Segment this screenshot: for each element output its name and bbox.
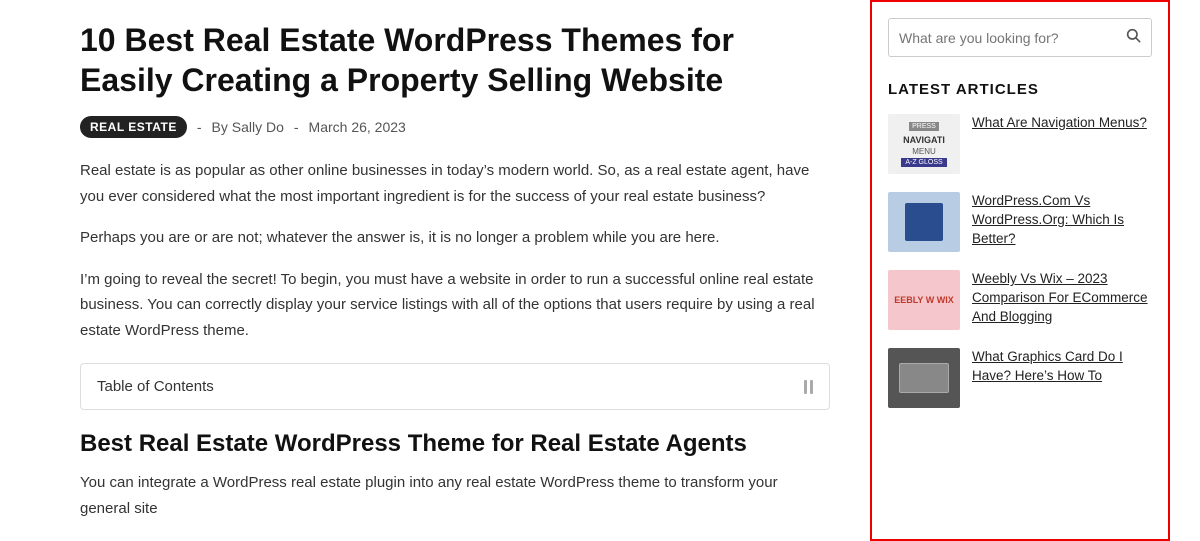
meta-separator1: -	[197, 119, 202, 135]
toc-label: Table of Contents	[97, 378, 214, 395]
section-heading: Best Real Estate WordPress Theme for Rea…	[80, 430, 830, 458]
category-tag[interactable]: REAL ESTATE	[80, 116, 187, 138]
gpu-card-shape	[899, 363, 949, 393]
wp-logo-block	[905, 203, 943, 241]
sidebar: LATEST ARTICLES PRESS NAVIGATI MENU A-Z …	[870, 0, 1170, 541]
search-input[interactable]	[899, 30, 1117, 46]
thumb-press-image: PRESS NAVIGATI MENU A-Z GLOSS	[888, 114, 960, 174]
toc-toggle-icon[interactable]	[804, 380, 813, 394]
section-body: You can integrate a WordPress real estat…	[80, 470, 830, 521]
article-thumbnail-4	[888, 348, 960, 408]
thumb-gpu-image	[888, 348, 960, 408]
article-body: Real estate is as popular as other onlin…	[80, 158, 830, 343]
article-thumbnail-1: PRESS NAVIGATI MENU A-Z GLOSS	[888, 114, 960, 174]
section-real-estate-agents: Best Real Estate WordPress Theme for Rea…	[80, 430, 830, 521]
article-link-2[interactable]: WordPress.Com Vs WordPress.Org: Which Is…	[972, 192, 1152, 249]
latest-articles-title: LATEST ARTICLES	[888, 81, 1152, 98]
search-box[interactable]	[888, 18, 1152, 57]
list-item[interactable]: EEBLY W WIX Weebly Vs Wix – 2023 Compari…	[888, 270, 1152, 330]
list-item[interactable]: WordPress.Com Vs WordPress.Org: Which Is…	[888, 192, 1152, 252]
main-content: 10 Best Real Estate WordPress Themes for…	[0, 0, 870, 541]
paragraph-2: Perhaps you are or are not; whatever the…	[80, 225, 830, 251]
article-title: 10 Best Real Estate WordPress Themes for…	[80, 20, 830, 100]
article-link-4[interactable]: What Graphics Card Do I Have? Here’s How…	[972, 348, 1152, 386]
thumb-weebly-image: EEBLY W WIX	[888, 270, 960, 330]
article-link-1[interactable]: What Are Navigation Menus?	[972, 114, 1147, 133]
list-item[interactable]: What Graphics Card Do I Have? Here’s How…	[888, 348, 1152, 408]
author-name: By Sally Do	[212, 119, 284, 135]
table-of-contents[interactable]: Table of Contents	[80, 363, 830, 410]
article-thumbnail-3: EEBLY W WIX	[888, 270, 960, 330]
paragraph-1: Real estate is as popular as other onlin…	[80, 158, 830, 209]
meta-separator2: -	[294, 119, 299, 135]
article-thumbnail-2	[888, 192, 960, 252]
thumb-wp-image	[888, 192, 960, 252]
search-icon	[1125, 27, 1141, 48]
article-link-3[interactable]: Weebly Vs Wix – 2023 Comparison For ECom…	[972, 270, 1152, 327]
section-paragraph: You can integrate a WordPress real estat…	[80, 470, 830, 521]
paragraph-3: I’m going to reveal the secret! To begin…	[80, 267, 830, 344]
meta-row: REAL ESTATE - By Sally Do - March 26, 20…	[80, 116, 830, 138]
publish-date: March 26, 2023	[309, 119, 406, 135]
list-item[interactable]: PRESS NAVIGATI MENU A-Z GLOSS What Are N…	[888, 114, 1152, 174]
